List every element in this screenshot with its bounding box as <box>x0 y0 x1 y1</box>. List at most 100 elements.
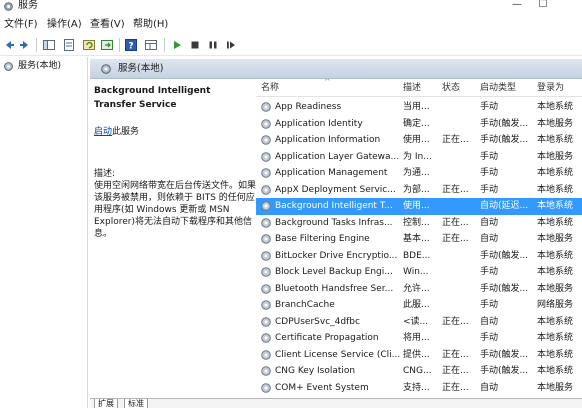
service-logon-as: 本地系统 <box>537 201 574 211</box>
service-status: 正在... <box>442 316 469 327</box>
service-row[interactable]: Client License Service (Cli... 提供... 正在...… <box>256 347 582 364</box>
service-startup-type: 自动 <box>480 382 499 393</box>
service-name: Background Intelligent T... <box>275 201 393 211</box>
service-logon-as: 网络服务 <box>537 300 574 310</box>
tab-extended[interactable]: 扩展 <box>94 399 118 408</box>
service-row[interactable]: COM+ Event System 支持... 正在... 自动 本地服务 <box>256 380 582 397</box>
column-header-startup[interactable]: 启动类型 <box>480 83 516 94</box>
service-startup-type: 手动(触发... <box>480 135 529 145</box>
service-startup-type: 手动(触发... <box>480 349 529 360</box>
service-startup-type: 手动 <box>480 300 499 310</box>
column-header-status[interactable]: 状态 <box>442 83 460 94</box>
column-header-desc[interactable]: 描述 <box>403 83 421 94</box>
service-logon-as: 本地系统 <box>537 366 574 376</box>
view-icon[interactable] <box>144 38 158 52</box>
restart-icon[interactable] <box>224 38 238 52</box>
forward-icon[interactable] <box>18 38 32 52</box>
service-row[interactable]: Base Filtering Engine 基本... 正在... 自动 本地服务 <box>256 231 582 248</box>
service-name: Client License Service (Cli... <box>275 349 401 360</box>
service-row[interactable]: Background Tasks Infras... 控制... 正在... 自动 本地… <box>256 215 582 232</box>
service-gear-icon <box>261 349 271 360</box>
menu-view[interactable]: 查看(V) <box>90 18 125 31</box>
service-startup-type: 手动 <box>480 168 499 178</box>
service-gear-icon <box>261 102 271 112</box>
service-description: 控制... <box>403 217 430 228</box>
service-logon-as: 本地服务 <box>537 283 574 294</box>
service-description: 提供... <box>403 349 430 360</box>
service-row[interactable]: Background Intelligent T... 使用... 自动(延迟...… <box>256 198 582 215</box>
service-name: COM+ Event System <box>275 382 369 393</box>
tree-item-label: 服务(本地) <box>18 61 62 71</box>
service-row[interactable]: CDPUserSvc_4dfbc <读... 正在... 自动 本地系统 <box>256 314 582 331</box>
service-description: BDE... <box>403 250 431 261</box>
console-tree: 服务(本地) <box>0 57 88 408</box>
pause-icon[interactable] <box>206 38 220 52</box>
service-row[interactable]: AppX Deployment Servic... 为部... 正在... 手动 本地系… <box>256 182 582 199</box>
service-gear-icon <box>261 135 271 145</box>
service-logon-as: 本地系统 <box>537 168 574 178</box>
tree-item-services-local[interactable]: 服务(本地) <box>2 60 84 73</box>
service-name: AppX Deployment Servic... <box>275 184 396 195</box>
service-gear-icon <box>261 382 271 393</box>
service-row[interactable]: Block Level Backup Engi... Win... 手动 本地系统 <box>256 264 582 281</box>
refresh-icon[interactable] <box>82 38 96 52</box>
properties-icon[interactable] <box>62 38 76 52</box>
service-logon-as: 本地系统 <box>537 184 574 195</box>
start-icon[interactable] <box>170 38 184 52</box>
services-gear-icon <box>4 62 13 71</box>
service-gear-icon <box>261 217 271 228</box>
service-logon-as: 本地系统 <box>537 333 574 343</box>
service-row[interactable]: Application Identity 确定... 手动(触发... 本地服务 <box>256 116 582 133</box>
services-app-icon <box>4 2 13 11</box>
service-gear-icon <box>261 234 271 244</box>
service-row[interactable]: Bluetooth Handsfree Ser... 允许... 手动(触发... 本… <box>256 281 582 298</box>
service-row[interactable]: App Readiness 当用... 手动 本地系统 <box>256 99 582 116</box>
service-gear-icon <box>261 168 271 178</box>
service-description: 基本... <box>403 234 430 244</box>
service-startup-type: 自动 <box>480 234 499 244</box>
service-row[interactable]: Application Management 为通... 手动 本地系统 <box>256 165 582 182</box>
service-startup-type: 手动(触发... <box>480 118 529 129</box>
service-name: CDPUserSvc_4dfbc <box>275 316 360 327</box>
service-row[interactable]: CNG Key Isolation CNG... 正在... 手动(触发... 本地系统 <box>256 363 582 380</box>
back-icon[interactable] <box>2 38 16 52</box>
service-logon-as: 本地系统 <box>537 250 574 261</box>
minimize-button[interactable]: — <box>504 0 530 12</box>
service-startup-type: 手动 <box>480 184 499 195</box>
console-tree-icon[interactable] <box>42 38 56 52</box>
service-row[interactable]: Application Information 使用... 正在... 手动(触发..… <box>256 132 582 149</box>
service-description: 将用... <box>403 333 430 343</box>
service-startup-type: 手动(触发... <box>480 366 529 376</box>
service-gear-icon <box>261 201 271 211</box>
service-row[interactable]: BitLocker Drive Encryptio... BDE... 手动(触发.… <box>256 248 582 265</box>
stop-icon[interactable] <box>188 38 202 52</box>
help-icon[interactable]: ? <box>124 38 138 52</box>
service-gear-icon <box>261 118 271 129</box>
column-header-logon[interactable]: 登录为 <box>537 83 564 94</box>
service-name: Certificate Propagation <box>275 333 379 343</box>
service-description: 使用... <box>403 201 430 211</box>
start-service-link[interactable]: 启动 <box>94 127 112 137</box>
service-logon-as: 本地系统 <box>537 267 574 277</box>
service-row[interactable]: Application Layer Gatewa... 为 In... 手动 本地服务 <box>256 149 582 166</box>
menu-bar: 文件(F) 操作(A) 查看(V) 帮助(H) <box>0 16 582 33</box>
service-row[interactable]: Certificate Propagation 将用... 手动 本地系统 <box>256 330 582 347</box>
toolbar-separator <box>119 38 120 52</box>
toolbar: ? <box>0 34 582 56</box>
title-bar: 服务 — ☐ <box>0 0 582 14</box>
menu-help[interactable]: 帮助(H) <box>133 18 168 31</box>
services-list: ^ 名称 描述 状态 启动类型 登录为 App Readiness 当用... 手动… <box>256 79 582 397</box>
export-icon[interactable] <box>100 38 114 52</box>
maximize-button[interactable]: ☐ <box>530 0 556 12</box>
service-status: 正在... <box>442 349 469 360</box>
column-header-name[interactable]: 名称 <box>261 83 279 94</box>
tab-standard[interactable]: 标准 <box>124 399 148 408</box>
service-description: 为部... <box>403 184 430 195</box>
menu-file[interactable]: 文件(F) <box>4 18 38 31</box>
service-row[interactable]: BranchCache 此服... 手动 网络服务 <box>256 297 582 314</box>
menu-action[interactable]: 操作(A) <box>47 18 82 31</box>
service-status: 正在... <box>442 234 469 244</box>
service-name: BranchCache <box>275 300 335 310</box>
service-description-pane: Background Intelligent Transfer Service … <box>94 84 256 389</box>
service-status: 正在... <box>442 184 469 195</box>
